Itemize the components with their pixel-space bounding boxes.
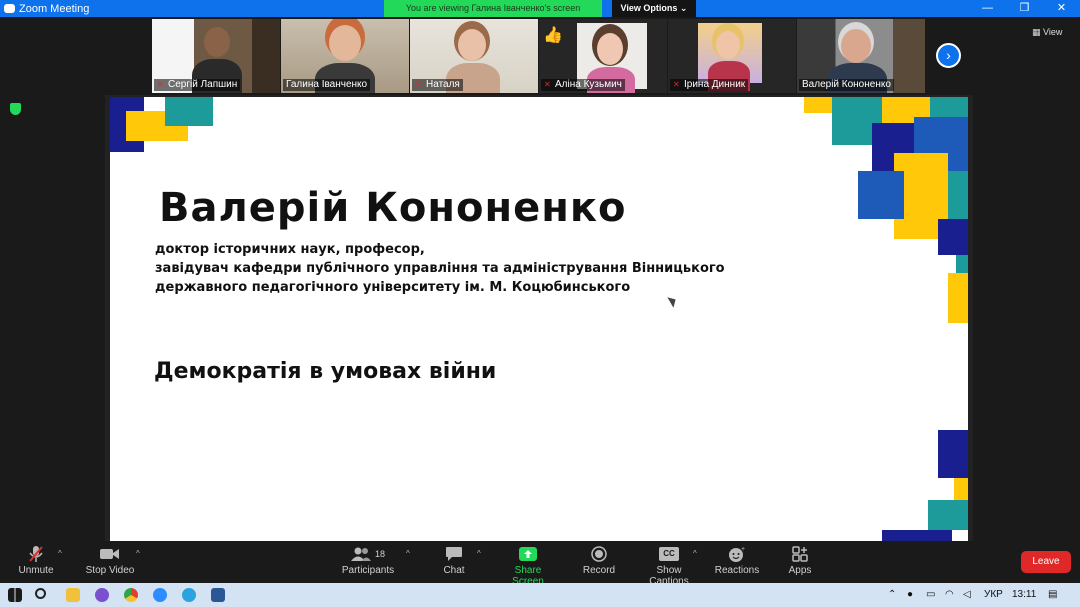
meeting-toolbar: Unmute ^ Stop Video ^ 18 Participants ^ …: [0, 541, 1080, 587]
reactions-label: Reactions: [714, 565, 760, 576]
svg-text:+: +: [741, 546, 745, 553]
speaker-credentials: доктор історичних наук, професор, завіду…: [155, 240, 725, 297]
close-button[interactable]: ✕: [1043, 0, 1080, 17]
viber-icon[interactable]: [95, 588, 109, 602]
video-options-caret-icon[interactable]: ^: [136, 549, 140, 558]
participant-name: Аліна Кузьмич: [555, 79, 622, 90]
stop-video-label: Stop Video: [85, 565, 135, 576]
reactions-button[interactable]: + Reactions: [714, 545, 760, 576]
credentials-line: завідувач кафедри публічного управління …: [155, 261, 725, 276]
view-layout-button[interactable]: ▦ View: [1032, 27, 1062, 38]
chat-label: Chat: [443, 565, 465, 576]
unmute-button[interactable]: Unmute: [14, 545, 58, 576]
participants-count: 18: [374, 549, 385, 559]
word-icon[interactable]: [211, 588, 225, 602]
participant-tile[interactable]: ✕ Наталя: [410, 19, 538, 93]
share-screen-button[interactable]: Share Screen: [498, 545, 558, 587]
file-explorer-icon[interactable]: [66, 588, 80, 602]
speaker-name: Валерій Кононенко: [159, 185, 627, 231]
decor-square: [938, 219, 968, 255]
participant-name: Ірина Динник: [684, 79, 746, 90]
leave-button[interactable]: Leave: [1021, 551, 1071, 573]
decor-square: [928, 500, 968, 530]
muted-mic-icon: ✕: [157, 80, 164, 89]
view-options-button[interactable]: View Options ⌄: [612, 0, 696, 17]
muted-mic-icon: ✕: [544, 80, 551, 89]
captions-options-caret-icon[interactable]: ^: [693, 549, 697, 558]
record-icon: [580, 545, 618, 563]
participant-tile[interactable]: Валерій Кононенко: [797, 19, 925, 93]
decor-square: [165, 97, 213, 126]
muted-mic-icon: [14, 545, 58, 563]
participant-name: Валерій Кононенко: [802, 79, 891, 90]
viewing-banner: You are viewing Галина Іванченко's scree…: [384, 0, 602, 17]
credentials-line: доктор історичних наук, професор,: [155, 242, 425, 257]
zoom-app-icon[interactable]: [153, 588, 167, 602]
chat-button[interactable]: Chat: [438, 545, 470, 576]
participants-icon: 18: [338, 545, 398, 563]
chrome-icon[interactable]: [124, 588, 138, 602]
encryption-shield-icon[interactable]: [10, 103, 21, 115]
shared-slide: Валерій Кононенко доктор історичних наук…: [110, 97, 968, 541]
participant-tile[interactable]: ✕ Сергій Лапшин: [152, 19, 280, 93]
presentation-topic: Демократія в умовах війни: [154, 359, 497, 384]
zoom-logo-icon: [4, 4, 15, 13]
language-indicator[interactable]: УКР: [984, 589, 1003, 600]
volume-icon[interactable]: ◁: [963, 589, 971, 600]
participant-tile[interactable]: Галина Іванченко: [281, 19, 409, 93]
tray-chevron-up-icon[interactable]: ⌃: [888, 589, 896, 600]
battery-icon[interactable]: ▭: [926, 589, 935, 600]
decor-square: [948, 273, 968, 323]
audio-options-caret-icon[interactable]: ^: [58, 549, 62, 558]
participant-tile[interactable]: ✕ Ірина Динник: [668, 19, 796, 93]
apps-label: Apps: [788, 565, 812, 576]
participant-name: Сергій Лапшин: [168, 79, 238, 90]
restore-button[interactable]: ❐: [1006, 0, 1043, 17]
participants-label: Participants: [341, 565, 395, 576]
view-layout-label: View: [1043, 27, 1063, 37]
unmute-label: Unmute: [18, 565, 54, 576]
windows-taskbar: ⌃ ● ▭ ◠ ◁ УКР 13:11 ▤: [0, 583, 1080, 607]
share-screen-icon: [498, 545, 558, 563]
stop-video-button[interactable]: Stop Video: [82, 545, 138, 576]
decor-square: [948, 171, 968, 219]
apps-icon: [784, 545, 816, 563]
windows-start-icon[interactable]: [8, 588, 22, 602]
smiley-reaction-icon: +: [714, 545, 760, 563]
zoom-window: Zoom Meeting — ❐ ✕ You are viewing Галин…: [0, 0, 1080, 587]
clock[interactable]: 13:11: [1012, 589, 1036, 600]
credentials-line: державного педагогічного університету ім…: [155, 280, 631, 295]
decor-square: [938, 430, 968, 478]
muted-mic-icon: ✕: [415, 80, 422, 89]
decor-square: [930, 97, 968, 117]
minimize-button[interactable]: —: [969, 0, 1006, 17]
video-camera-icon: [82, 545, 138, 563]
apps-button[interactable]: Apps: [784, 545, 816, 576]
decor-square: [858, 171, 904, 219]
decor-square: [954, 478, 968, 500]
participants-options-caret-icon[interactable]: ^: [406, 549, 410, 558]
telegram-icon[interactable]: [182, 588, 196, 602]
participant-tile[interactable]: 👍 ✕ Аліна Кузьмич: [539, 19, 667, 93]
window-title: Zoom Meeting: [19, 2, 90, 15]
participants-button[interactable]: 18 Participants: [338, 545, 398, 576]
search-icon[interactable]: [35, 588, 46, 599]
notifications-icon[interactable]: ▤: [1048, 589, 1057, 600]
muted-mic-icon: ✕: [673, 80, 680, 89]
decor-square: [882, 530, 952, 541]
participant-strip: ✕ Сергій Лапшин Галина Іванченко ✕ Наталя …: [152, 19, 926, 93]
decor-square: [956, 255, 968, 273]
next-page-button[interactable]: ›: [936, 43, 961, 68]
wifi-icon[interactable]: ◠: [945, 589, 954, 600]
chat-bubble-icon: [438, 545, 470, 563]
record-label: Record: [582, 565, 616, 576]
participant-name: Галина Іванченко: [286, 79, 368, 90]
record-button[interactable]: Record: [580, 545, 618, 576]
tray-mic-icon[interactable]: ●: [907, 589, 913, 600]
chevron-right-icon: ›: [946, 47, 951, 63]
chat-options-caret-icon[interactable]: ^: [477, 549, 481, 558]
participant-name: Наталя: [426, 79, 460, 90]
thumbs-up-reaction-icon: 👍: [543, 27, 563, 44]
